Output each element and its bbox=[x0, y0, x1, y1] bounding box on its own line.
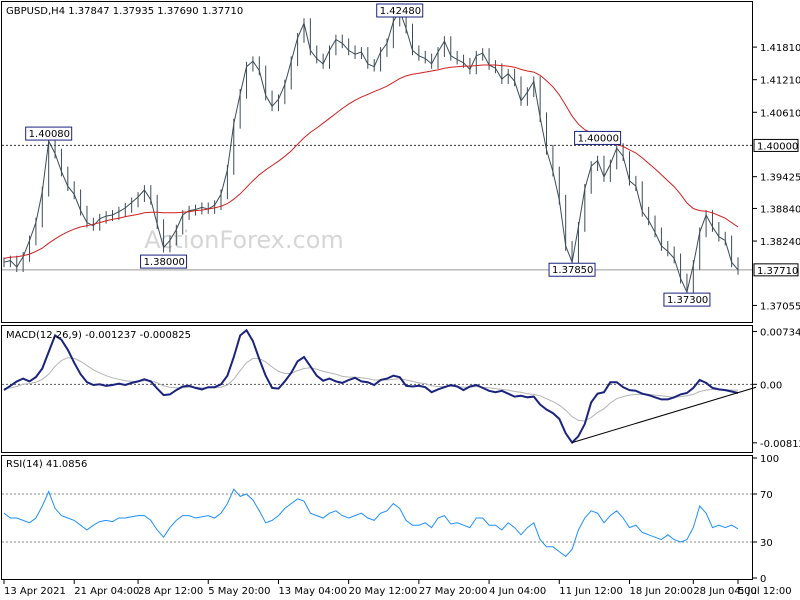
watermark: ActionForex.com bbox=[144, 226, 344, 254]
level-price-label: 1.40000 bbox=[757, 141, 798, 152]
price-tick-label: 1.40610 bbox=[760, 108, 800, 119]
price-annotation-label: 1.40080 bbox=[29, 129, 70, 140]
time-tick-label: 5 May 20:00 bbox=[208, 586, 270, 597]
macd-tick-label: -0.008126 bbox=[760, 439, 800, 450]
time-tick-label: 18 Jun 20:00 bbox=[629, 586, 693, 597]
chart-svg: ActionForex.com 1.40080 1.38000 1.42480 1.4… bbox=[0, 0, 800, 600]
price-tick-label: 1.38240 bbox=[760, 237, 800, 248]
time-tick-label: 11 Jun 12:00 bbox=[559, 586, 623, 597]
price-annotation-label: 1.40000 bbox=[578, 133, 619, 144]
time-tick-label: 21 Apr 04:00 bbox=[74, 586, 139, 597]
price-annotation-label: 1.37850 bbox=[552, 265, 593, 276]
price-tick-label: 1.41810 bbox=[760, 43, 800, 54]
level-price-box: 1.40000 bbox=[753, 138, 799, 152]
rsi-tick-label: 0 bbox=[760, 574, 766, 585]
macd-tick-label: 0.00 bbox=[760, 380, 782, 391]
time-tick-label: 20 May 12:00 bbox=[349, 586, 418, 597]
price-tick-label: 1.37055 bbox=[760, 301, 800, 312]
time-tick-label: 5 Jul 12:00 bbox=[738, 586, 792, 597]
rsi-title: RSI(14) 41.0856 bbox=[6, 459, 87, 470]
time-tick-label: 13 Apr 2021 bbox=[4, 586, 66, 597]
price-title: GBPUSD,H4 1.37847 1.37935 1.37690 1.3771… bbox=[6, 6, 243, 17]
time-tick-label: 27 May 20:00 bbox=[419, 586, 488, 597]
price-annotation-label: 1.37300 bbox=[667, 295, 708, 306]
current-price-box: 1.37710 bbox=[753, 263, 799, 277]
macd-tick-label: 0.007342 bbox=[760, 327, 800, 338]
time-tick-label: 13 May 04:00 bbox=[278, 586, 347, 597]
price-annotation-label: 1.42480 bbox=[380, 6, 421, 17]
time-tick-label: 28 Apr 12:00 bbox=[138, 586, 203, 597]
rsi-tick-label: 70 bbox=[760, 490, 773, 501]
rsi-tick-label: 100 bbox=[760, 454, 779, 465]
price-tick-label: 1.38840 bbox=[760, 204, 800, 215]
price-annotation-label: 1.38000 bbox=[144, 257, 185, 268]
price-tick-label: 1.39425 bbox=[760, 173, 800, 184]
rsi-tick-label: 30 bbox=[760, 538, 773, 549]
current-price-label: 1.37710 bbox=[757, 266, 798, 277]
time-tick-label: 4 Jun 04:00 bbox=[489, 586, 546, 597]
macd-title: MACD(12,26,9) -0.001237 -0.000825 bbox=[6, 330, 191, 341]
price-tick-label: 1.41210 bbox=[760, 76, 800, 87]
